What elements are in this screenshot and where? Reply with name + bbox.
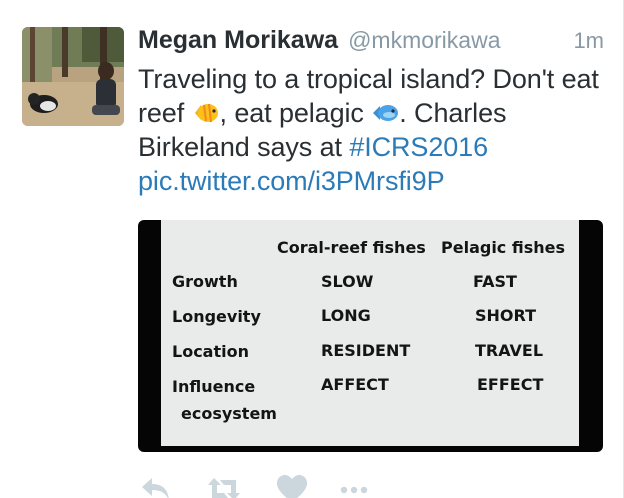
fish-icon — [373, 105, 399, 121]
slide-column-header-pelagic: Pelagic fishes — [441, 238, 565, 257]
slide-cell-reef: SLOW — [321, 272, 374, 291]
author-screen-name[interactable]: @mkmorikawa — [348, 27, 500, 54]
slide-row-label: Influence — [172, 377, 256, 396]
more-icon[interactable] — [336, 474, 372, 498]
slide-cell-pelagic: FAST — [473, 272, 517, 291]
slide-column-header-reef: Coral-reef fishes — [277, 238, 426, 257]
slide-cell-pelagic: EFFECT — [477, 375, 544, 394]
tweet-actions — [138, 474, 398, 498]
tweet-text-part2: , eat pelagic — [219, 98, 364, 128]
slide-cell-pelagic: SHORT — [475, 306, 537, 325]
slide-photo: Coral-reef fishes Pelagic fishes Growth … — [161, 220, 579, 446]
tweet-timestamp[interactable]: 1m — [573, 28, 604, 54]
slide-row-label-continued: ecosystem — [181, 404, 277, 423]
tropical-fish-icon — [194, 103, 218, 123]
media-link[interactable]: pic.twitter.com/i3PMrsfi9P — [138, 166, 445, 196]
hashtag-link[interactable]: #ICRS2016 — [349, 132, 488, 162]
like-icon[interactable] — [274, 474, 310, 498]
retweet-icon[interactable] — [206, 474, 242, 498]
slide-row-label: Growth — [172, 272, 238, 291]
reply-icon[interactable] — [138, 474, 174, 498]
slide-row-label: Longevity — [172, 307, 261, 326]
slide-cell-pelagic: TRAVEL — [475, 341, 544, 360]
tweet-header: Megan Morikawa @mkmorikawa 1m — [138, 26, 608, 62]
avatar[interactable] — [22, 27, 124, 126]
author-display-name[interactable]: Megan Morikawa — [138, 26, 338, 55]
tweet-media-image[interactable]: Coral-reef fishes Pelagic fishes Growth … — [138, 220, 603, 452]
tweet: Megan Morikawa @mkmorikawa 1m Traveling … — [0, 0, 624, 498]
slide-cell-reef: RESIDENT — [321, 341, 411, 360]
tweet-text: Traveling to a tropical island? Don't ea… — [138, 62, 608, 198]
slide-row-label: Location — [172, 342, 249, 361]
slide-cell-reef: LONG — [321, 306, 371, 325]
slide-cell-reef: AFFECT — [321, 375, 389, 394]
